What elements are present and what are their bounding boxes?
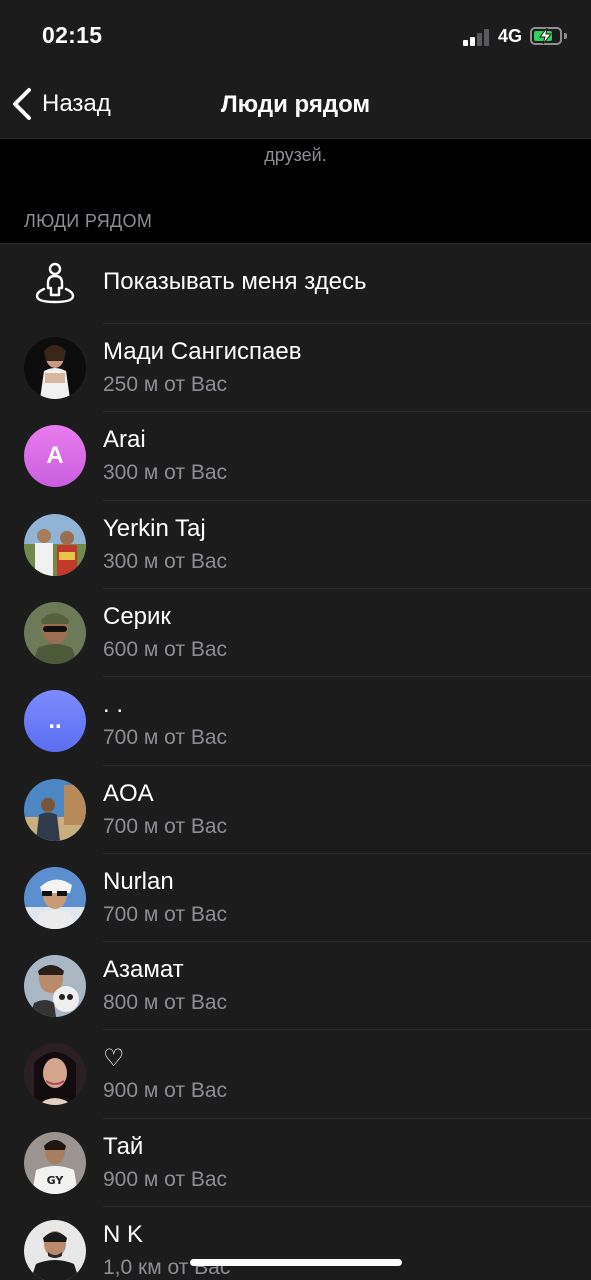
person-row[interactable]: Серик 600 м от Вас bbox=[0, 589, 591, 677]
avatar-initials: .. bbox=[24, 690, 86, 753]
person-distance: 700 м от Вас bbox=[103, 902, 228, 926]
person-name: Nurlan bbox=[103, 867, 174, 895]
signal-strength-icon bbox=[463, 28, 491, 46]
person-distance: 900 м от Вас bbox=[103, 1167, 228, 1191]
person-name: AOA bbox=[103, 779, 154, 807]
person-distance: 900 м от Вас bbox=[103, 1079, 228, 1103]
charging-bolt-icon bbox=[538, 27, 553, 45]
avatar: A bbox=[24, 425, 86, 488]
person-row[interactable]: .. . . 700 м от Вас bbox=[0, 677, 591, 765]
home-indicator[interactable] bbox=[190, 1259, 402, 1266]
network-type: 4G bbox=[498, 26, 523, 46]
person-distance: 800 м от Вас bbox=[103, 991, 228, 1015]
show-me-here-button[interactable]: Показывать меня здесь bbox=[0, 244, 591, 323]
location-person-icon bbox=[35, 262, 75, 304]
person-row[interactable]: N K 1,0 км от Вас bbox=[0, 1207, 591, 1280]
person-row[interactable]: Мади Сангиспаев 250 м от Вас bbox=[0, 324, 591, 412]
person-name: N K bbox=[103, 1221, 144, 1248]
person-row[interactable]: AOA 700 м от Вас bbox=[0, 766, 591, 854]
avatar: .. bbox=[24, 690, 86, 753]
person-row[interactable]: ♡ 900 м от Вас bbox=[0, 1030, 591, 1118]
person-row[interactable]: GY Тай 900 м от Вас bbox=[0, 1119, 591, 1207]
avatar-initials: A bbox=[24, 425, 86, 488]
avatar-photo bbox=[24, 1043, 86, 1106]
person-distance: 700 м от Вас bbox=[103, 814, 228, 838]
avatar-photo bbox=[24, 601, 86, 664]
status-bar: 02:15 4G bbox=[0, 0, 591, 72]
avatar-photo bbox=[24, 337, 86, 399]
battery-cap bbox=[564, 33, 567, 39]
people-list: Показывать меня здесь Мади Сангиспаев 250… bbox=[0, 243, 591, 1280]
info-block: друзей. ЛЮДИ РЯДОМ bbox=[0, 139, 591, 243]
person-name: ♡ bbox=[103, 1045, 125, 1073]
person-row[interactable]: Nurlan 700 м от Вас bbox=[0, 854, 591, 942]
person-distance: 250 м от Вас bbox=[103, 373, 228, 396]
avatar-photo bbox=[24, 955, 86, 1018]
avatar-photo bbox=[24, 866, 86, 929]
person-name: Азамат bbox=[103, 956, 184, 984]
person-distance: 700 м от Вас bbox=[103, 726, 228, 750]
person-distance: 300 м от Вас bbox=[103, 461, 228, 485]
person-row[interactable]: Yerkin Taj 300 м от Вас bbox=[0, 501, 591, 589]
show-me-here-label: Показывать меня здесь bbox=[103, 268, 367, 295]
person-name: Yerkin Taj bbox=[103, 514, 206, 542]
status-time: 02:15 bbox=[42, 22, 103, 48]
navigation-bar: Назад Люди рядом bbox=[0, 72, 591, 139]
person-row[interactable]: Азамат 800 м от Вас bbox=[0, 942, 591, 1030]
person-distance: 300 м от Вас bbox=[103, 549, 228, 573]
person-name: Arai bbox=[103, 426, 146, 454]
person-row[interactable]: A Arai 300 м от Вас bbox=[0, 412, 591, 500]
battery-icon bbox=[530, 27, 562, 45]
person-name: . . bbox=[103, 691, 124, 719]
info-text: друзей. bbox=[264, 145, 327, 165]
avatar-photo bbox=[24, 513, 86, 576]
person-name: Мади Сангиспаев bbox=[103, 338, 302, 365]
avatar-photo: GY bbox=[24, 1131, 86, 1194]
person-name: Тай bbox=[103, 1132, 144, 1160]
svg-text:GY: GY bbox=[47, 1174, 65, 1187]
person-name: Серик bbox=[103, 602, 171, 630]
avatar-photo bbox=[24, 778, 86, 841]
person-distance: 600 м от Вас bbox=[103, 637, 228, 661]
section-header: ЛЮДИ РЯДОМ bbox=[24, 211, 153, 231]
avatar-photo bbox=[24, 1220, 86, 1280]
page-title: Люди рядом bbox=[220, 91, 371, 118]
